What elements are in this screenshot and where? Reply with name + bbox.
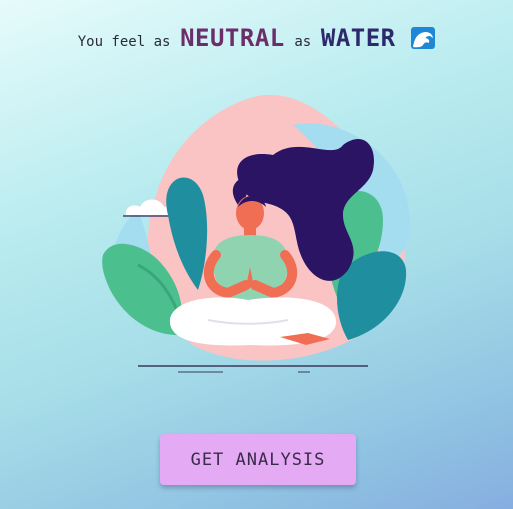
get-analysis-button[interactable]: GET ANALYSIS (160, 434, 356, 485)
headline-connector: as (294, 34, 312, 50)
headline-prefix: You feel as (77, 34, 171, 50)
meditating-woman-illustration (102, 95, 410, 373)
mood-headline: You feel as NEUTRAL as WATER (0, 24, 513, 52)
water-wave-icon (411, 27, 436, 49)
mood-label: NEUTRAL (180, 24, 285, 52)
element-label: WATER (320, 24, 396, 52)
